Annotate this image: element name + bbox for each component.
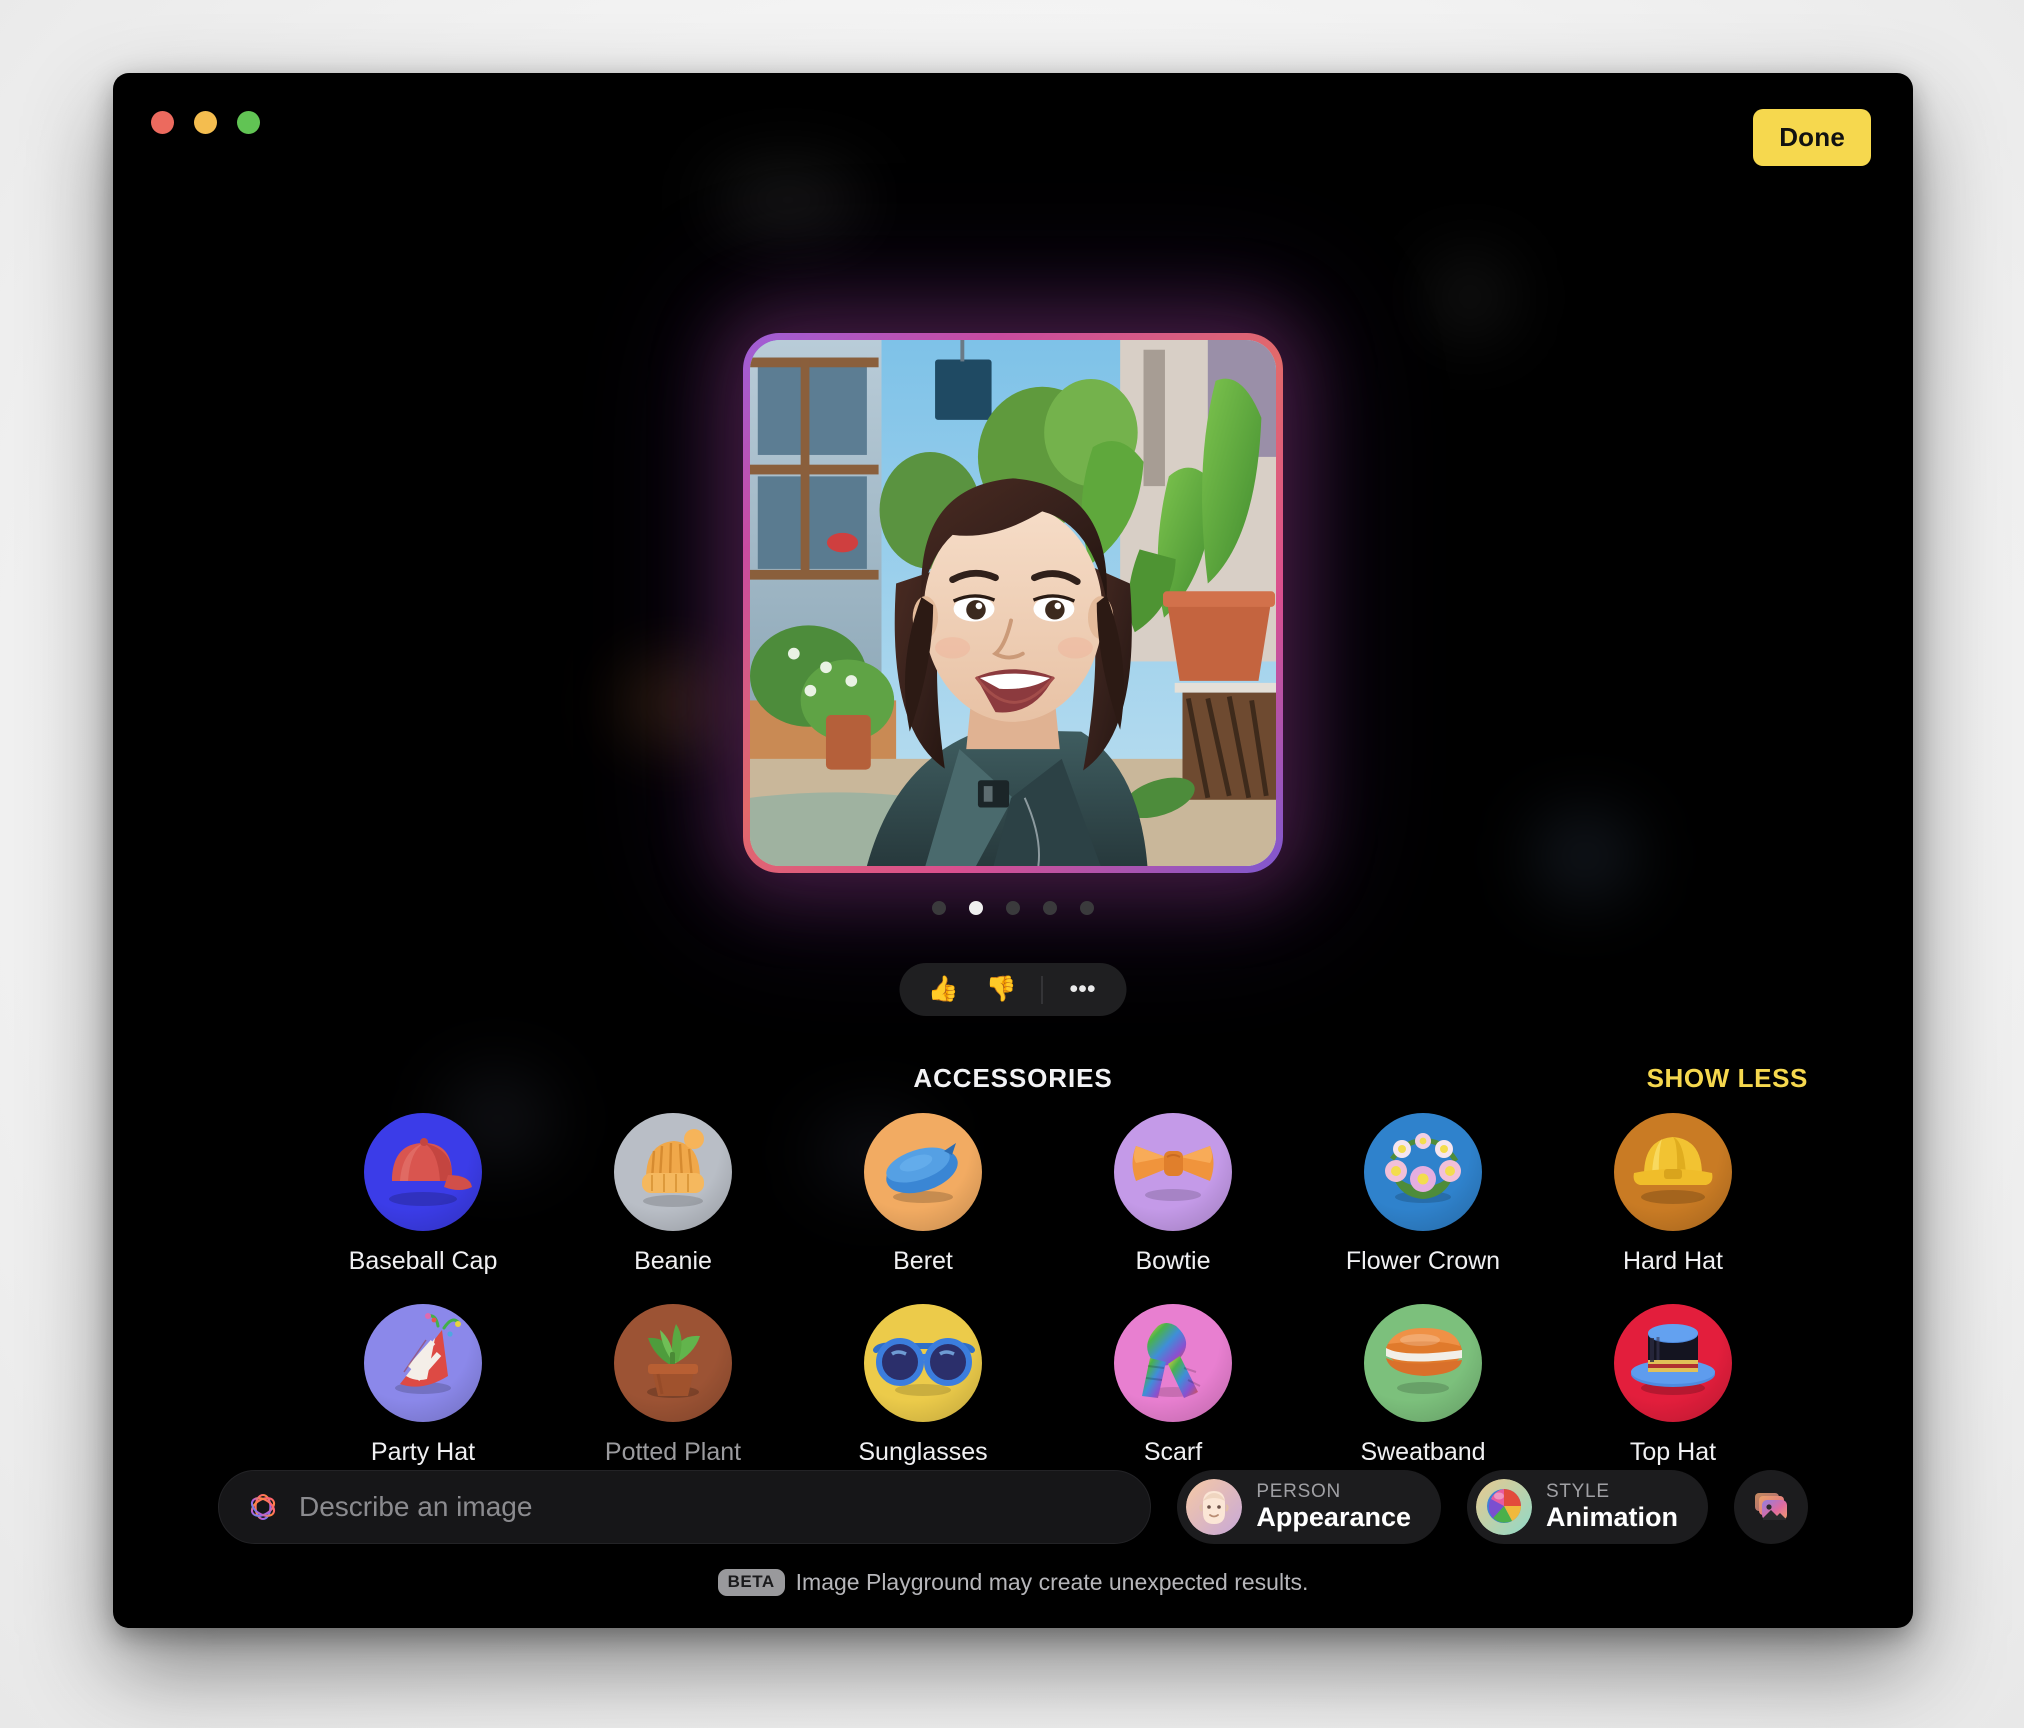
carousel-page-dots[interactable]: [932, 901, 1094, 915]
beret-icon[interactable]: [864, 1113, 982, 1231]
page-dot[interactable]: [1006, 901, 1020, 915]
person-face-icon: [1186, 1479, 1243, 1535]
generated-image[interactable]: [750, 340, 1276, 866]
flower-crown-icon[interactable]: [1364, 1113, 1482, 1231]
accessory-item[interactable]: Sunglasses: [798, 1304, 1048, 1467]
style-ball-icon: [1476, 1479, 1532, 1535]
beta-footer-note: BETA Image Playground may create unexpec…: [113, 1569, 1913, 1596]
accessory-item[interactable]: Flower Crown: [1298, 1113, 1548, 1276]
style-chip-kicker: STYLE: [1546, 1480, 1610, 1502]
accessories-title: ACCESSORIES: [913, 1063, 1113, 1093]
describe-image-field[interactable]: [218, 1470, 1152, 1544]
accessory-label: Baseball Cap: [348, 1247, 498, 1275]
accessory-label: Party Hat: [370, 1438, 476, 1466]
page-dot[interactable]: [1080, 901, 1094, 915]
thumbs-up-icon[interactable]: 👍: [926, 972, 962, 1008]
prompt-toolbar: PERSON Appearance: [113, 1470, 1913, 1544]
party-hat-icon[interactable]: [364, 1304, 482, 1422]
accessory-label: Sunglasses: [858, 1438, 988, 1466]
accessory-label: Potted Plant: [604, 1438, 742, 1466]
accessory-item[interactable]: Beret: [798, 1113, 1048, 1276]
accessory-item[interactable]: Hard Hat: [1548, 1113, 1798, 1276]
describe-image-input[interactable]: [299, 1491, 1125, 1523]
potted-plant-icon[interactable]: [614, 1304, 732, 1422]
page-dot[interactable]: [932, 901, 946, 915]
minimize-window-button[interactable]: [194, 111, 217, 134]
accessory-item[interactable]: Top Hat: [1548, 1304, 1798, 1467]
accessory-grid: Baseball Cap Beanie Beret Bowtie Flower …: [298, 1113, 1798, 1467]
beta-badge: BETA: [717, 1569, 785, 1596]
accessory-item[interactable]: Party Hat: [298, 1304, 548, 1467]
apple-intelligence-icon: [245, 1489, 281, 1525]
person-chip-value: Appearance: [1256, 1502, 1411, 1533]
accessory-item[interactable]: Bowtie: [1048, 1113, 1298, 1276]
scarf-icon[interactable]: [1114, 1304, 1232, 1422]
bowtie-icon[interactable]: [1114, 1113, 1232, 1231]
baseball-cap-icon[interactable]: [364, 1113, 482, 1231]
accessory-label: Scarf: [1143, 1438, 1203, 1466]
style-chip-value: Animation: [1546, 1502, 1678, 1533]
done-button[interactable]: Done: [1753, 109, 1871, 166]
zoom-window-button[interactable]: [237, 111, 260, 134]
accessories-header: ACCESSORIES SHOW LESS: [113, 1063, 1913, 1103]
accessory-item[interactable]: Sweatband: [1298, 1304, 1548, 1467]
page-dot-active[interactable]: [969, 901, 983, 915]
photo-picker-button[interactable]: [1734, 1470, 1808, 1544]
accessory-item[interactable]: Baseball Cap: [298, 1113, 548, 1276]
close-window-button[interactable]: [151, 111, 174, 134]
hard-hat-icon[interactable]: [1614, 1113, 1732, 1231]
person-chip-kicker: PERSON: [1256, 1480, 1341, 1502]
traffic-light-controls: [151, 111, 260, 134]
accessory-label: Flower Crown: [1345, 1247, 1501, 1275]
sunglasses-icon[interactable]: [864, 1304, 982, 1422]
accessory-label: Top Hat: [1629, 1438, 1717, 1466]
toolbar-divider: [1041, 975, 1043, 1004]
thumbs-down-icon[interactable]: 👎: [984, 972, 1020, 1008]
accessory-label: Sweatband: [1360, 1438, 1486, 1466]
title-bar: Done: [113, 73, 1913, 193]
image-carousel: ‹ ›: [113, 263, 1913, 915]
photos-stack-icon: [1750, 1486, 1792, 1528]
accessory-item[interactable]: Beanie: [548, 1113, 798, 1276]
accessory-label: Beanie: [634, 1247, 712, 1275]
accessory-label: Beret: [893, 1247, 953, 1275]
top-hat-icon[interactable]: [1614, 1304, 1732, 1422]
show-less-button[interactable]: SHOW LESS: [1647, 1063, 1808, 1094]
sweatband-icon[interactable]: [1364, 1304, 1482, 1422]
style-animation-chip[interactable]: STYLE Animation: [1467, 1470, 1708, 1544]
accessory-label: Hard Hat: [1622, 1247, 1724, 1275]
accessory-item[interactable]: Potted Plant: [548, 1304, 798, 1467]
person-appearance-chip[interactable]: PERSON Appearance: [1177, 1470, 1441, 1544]
footer-text: Image Playground may create unexpected r…: [795, 1569, 1309, 1595]
feedback-toolbar: 👍 👎 •••: [899, 963, 1127, 1016]
page-dot[interactable]: [1043, 901, 1057, 915]
more-options-icon[interactable]: •••: [1065, 972, 1101, 1008]
generated-image-frame[interactable]: [743, 333, 1283, 873]
accessory-label: Bowtie: [1135, 1247, 1211, 1275]
accessory-item[interactable]: Scarf: [1048, 1304, 1298, 1467]
beanie-icon[interactable]: [614, 1113, 732, 1231]
image-playground-window: Done ‹ ›: [113, 73, 1913, 1628]
